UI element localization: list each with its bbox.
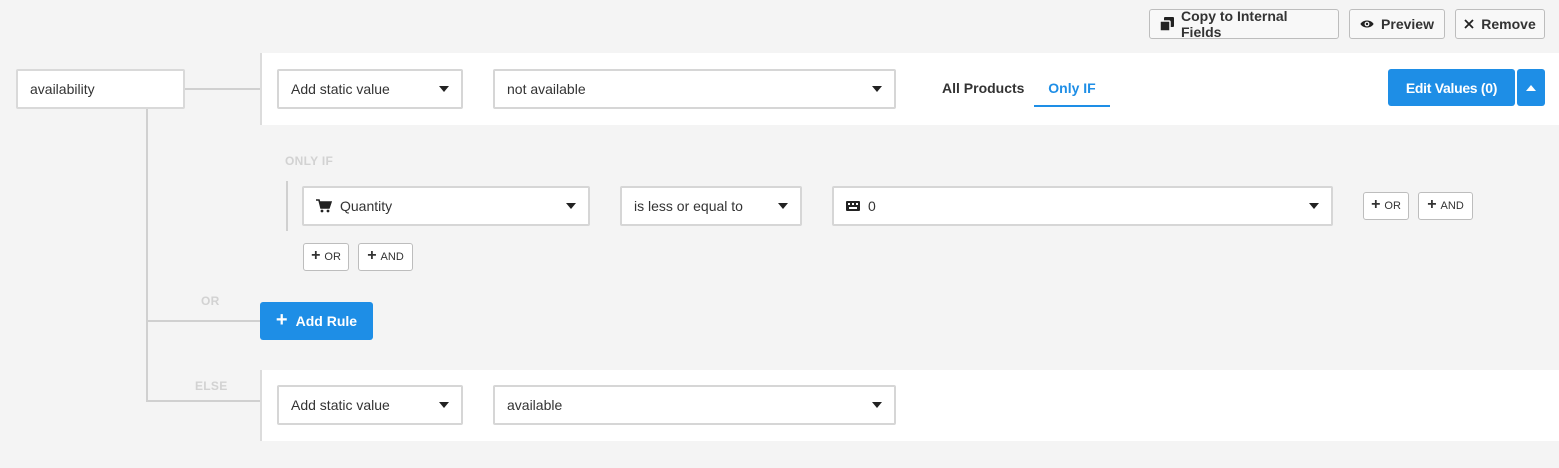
condition-operator-select[interactable]: is less or equal to (620, 186, 802, 226)
cart-icon (316, 199, 332, 213)
value-type-text: Add static value (291, 81, 390, 97)
else-value-type-select[interactable]: Add static value (277, 385, 463, 425)
copy-button-label: Copy to Internal Fields (1181, 8, 1288, 40)
remove-button[interactable]: Remove (1455, 9, 1545, 39)
value-select[interactable]: not available (493, 69, 896, 109)
group-and-button[interactable]: + AND (358, 243, 413, 271)
condition-attribute-select[interactable]: Quantity (302, 186, 590, 226)
plus-icon: + (1371, 196, 1381, 213)
and-label: AND (1440, 200, 1464, 212)
connector-line (146, 109, 148, 401)
value-text: not available (507, 81, 586, 97)
plus-icon: + (367, 247, 377, 264)
condition-attribute-text: Quantity (340, 198, 393, 214)
else-value-text: available (507, 397, 563, 413)
plus-icon: + (1427, 196, 1437, 213)
condition-or-button[interactable]: + OR (1363, 192, 1409, 220)
chevron-down-icon (1309, 203, 1319, 209)
connector-line (146, 400, 261, 402)
only-if-section-label: ONLY IF (285, 154, 334, 168)
chevron-down-icon (872, 402, 882, 408)
keyboard-icon (846, 201, 860, 211)
and-label: AND (380, 251, 404, 263)
value-type-select[interactable]: Add static value (277, 69, 463, 109)
chevron-down-icon (872, 86, 882, 92)
add-rule-label: Add Rule (295, 313, 358, 329)
or-section-label: OR (201, 294, 220, 308)
panel-divider (260, 370, 262, 441)
copy-to-internal-fields-button[interactable]: Copy to Internal Fields (1149, 8, 1339, 40)
panel-divider (260, 53, 262, 125)
tab-only-if[interactable]: Only IF (1034, 80, 1110, 107)
else-section-label: ELSE (195, 379, 228, 393)
copy-icon (1160, 17, 1174, 31)
field-name-box[interactable]: availability (16, 69, 185, 109)
chevron-down-icon (778, 203, 788, 209)
preview-button[interactable]: Preview (1349, 9, 1445, 39)
condition-operator-text: is less or equal to (634, 198, 743, 214)
group-or-button[interactable]: + OR (303, 243, 349, 271)
chevron-down-icon (439, 86, 449, 92)
condition-and-button[interactable]: + AND (1418, 192, 1473, 220)
chevron-down-icon (439, 402, 449, 408)
connector-line (146, 320, 260, 322)
else-value-type-text: Add static value (291, 397, 390, 413)
plus-icon: + (275, 309, 288, 331)
add-rule-button[interactable]: + Add Rule (260, 302, 373, 340)
else-value-select[interactable]: available (493, 385, 896, 425)
close-icon (1464, 17, 1474, 31)
or-label: OR (324, 251, 341, 263)
or-label: OR (1384, 200, 1401, 212)
remove-button-label: Remove (1481, 16, 1536, 32)
tab-all-products-label: All Products (942, 80, 1025, 96)
chevron-down-icon (566, 203, 576, 209)
edit-values-button[interactable]: Edit Values (0) (1388, 69, 1515, 106)
condition-value-text: 0 (868, 198, 876, 214)
edit-values-label: Edit Values (0) (1405, 79, 1498, 96)
collapse-toggle-button[interactable] (1517, 69, 1545, 106)
field-name: availability (30, 81, 95, 97)
tab-only-if-label: Only IF (1048, 80, 1096, 96)
preview-button-label: Preview (1381, 16, 1434, 32)
chevron-up-icon (1526, 84, 1536, 91)
condition-group-line (286, 181, 288, 231)
condition-value-select[interactable]: 0 (832, 186, 1333, 226)
connector-line (185, 88, 261, 90)
tab-all-products[interactable]: All Products (942, 80, 1024, 96)
plus-icon: + (311, 247, 321, 264)
eye-icon (1360, 17, 1374, 31)
